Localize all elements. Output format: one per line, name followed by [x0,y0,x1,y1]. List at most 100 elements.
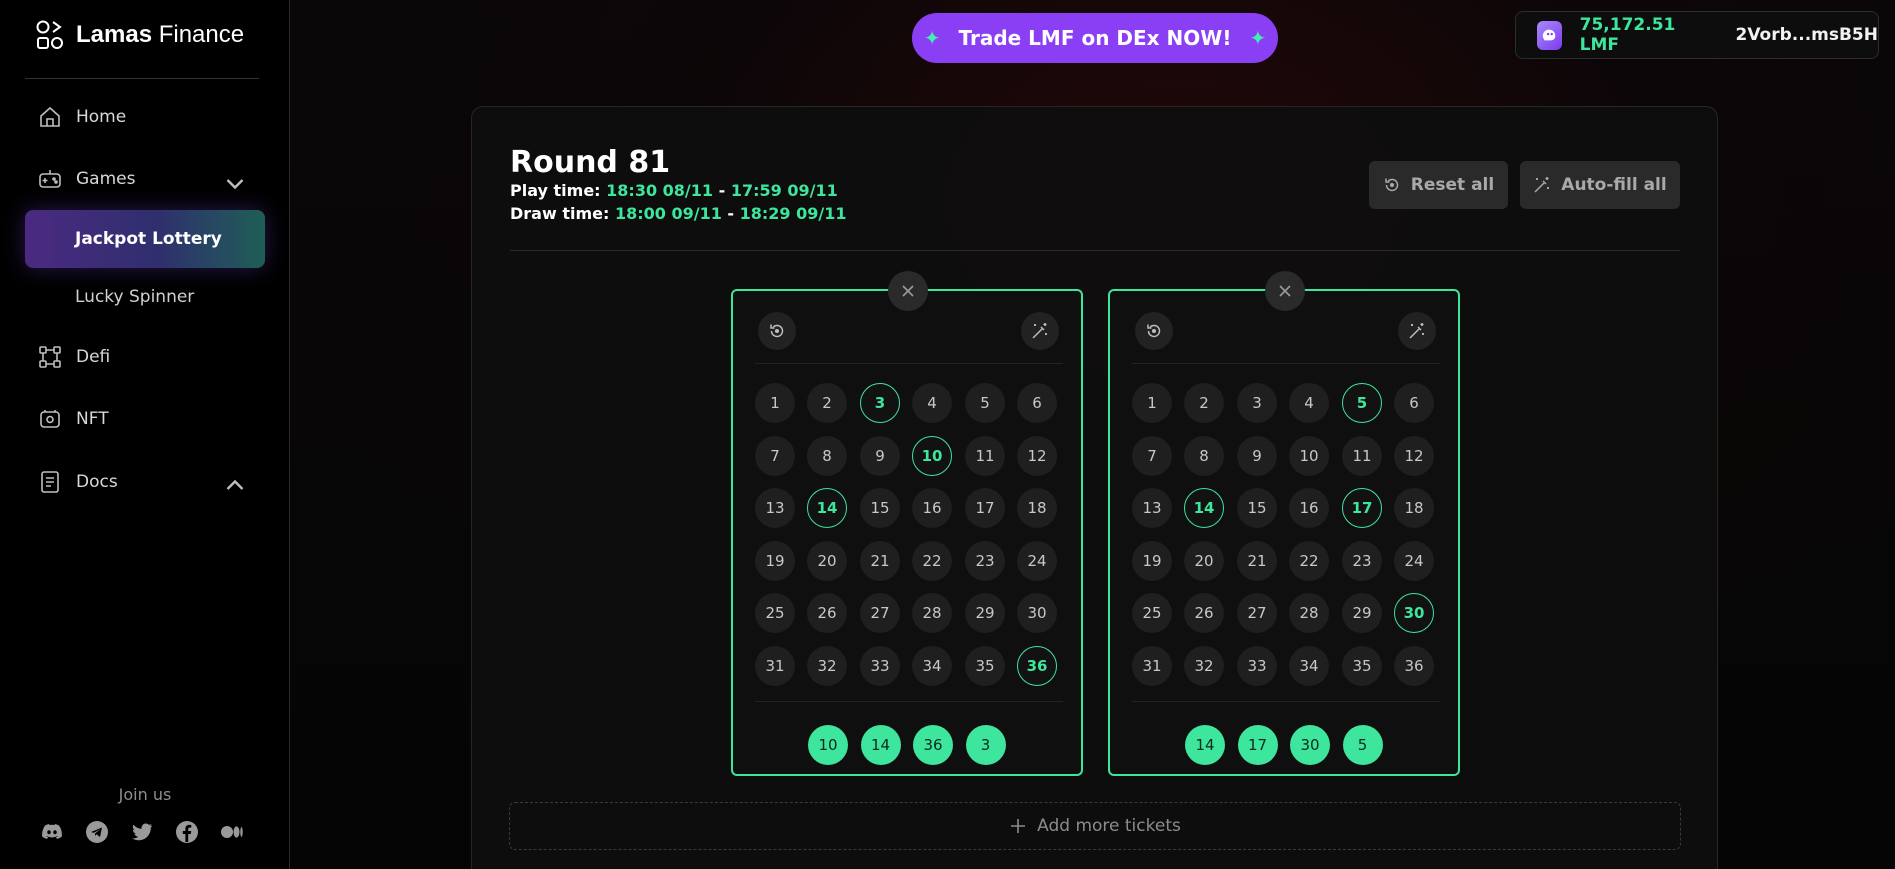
number-ball-16[interactable]: 16 [912,488,952,528]
number-ball-5[interactable]: 5 [965,383,1005,423]
number-ball-27[interactable]: 27 [860,593,900,633]
number-ball-12[interactable]: 12 [1017,436,1057,476]
number-ball-6[interactable]: 6 [1017,383,1057,423]
number-ball-20[interactable]: 20 [807,541,847,581]
gamepad-icon [39,170,61,188]
number-ball-31[interactable]: 31 [1132,646,1172,686]
number-ball-8[interactable]: 8 [1184,436,1224,476]
number-ball-16[interactable]: 16 [1289,488,1329,528]
number-ball-10[interactable]: 10 [1289,436,1329,476]
number-ball-23[interactable]: 23 [965,541,1005,581]
number-ball-23[interactable]: 23 [1342,541,1382,581]
number-ball-28[interactable]: 28 [1289,593,1329,633]
number-ball-7[interactable]: 7 [1132,436,1172,476]
number-ball-17[interactable]: 17 [965,488,1005,528]
number-ball-8[interactable]: 8 [807,436,847,476]
number-ball-33[interactable]: 33 [860,646,900,686]
number-ball-2[interactable]: 2 [1184,383,1224,423]
number-ball-26[interactable]: 26 [1184,593,1224,633]
sidebar-item-jackpot-lottery[interactable]: Jackpot Lottery [25,210,265,268]
reset-all-button[interactable]: Reset all [1369,161,1508,209]
trade-lmf-button[interactable]: ✦ Trade LMF on DEx NOW! ✦ [912,13,1278,63]
number-ball-30[interactable]: 30 [1394,593,1434,633]
remove-ticket-button[interactable] [888,271,928,311]
sidebar-item-label: Docs [76,472,118,492]
add-more-tickets-button[interactable]: Add more tickets [509,802,1681,850]
number-ball-17[interactable]: 17 [1342,488,1382,528]
sidebar-item-label: Defi [76,347,111,367]
number-ball-28[interactable]: 28 [912,593,952,633]
number-ball-26[interactable]: 26 [807,593,847,633]
number-ball-24[interactable]: 24 [1394,541,1434,581]
number-ball-1[interactable]: 1 [755,383,795,423]
number-ball-25[interactable]: 25 [755,593,795,633]
auto-fill-all-button[interactable]: Auto-fill all [1520,161,1680,209]
number-ball-15[interactable]: 15 [860,488,900,528]
number-ball-14[interactable]: 14 [807,488,847,528]
number-ball-4[interactable]: 4 [1289,383,1329,423]
number-ball-9[interactable]: 9 [860,436,900,476]
number-ball-35[interactable]: 35 [965,646,1005,686]
number-ball-21[interactable]: 21 [860,541,900,581]
number-ball-6[interactable]: 6 [1394,383,1434,423]
wallet-widget[interactable]: 75,172.51 LMF 2Vorb...msB5H [1515,11,1879,59]
chevron-down-icon [226,179,244,190]
number-ball-19[interactable]: 19 [1132,541,1172,581]
number-ball-24[interactable]: 24 [1017,541,1057,581]
number-ball-32[interactable]: 32 [1184,646,1224,686]
number-ball-34[interactable]: 34 [912,646,952,686]
number-ball-1[interactable]: 1 [1132,383,1172,423]
facebook-icon[interactable] [175,820,199,844]
number-ball-35[interactable]: 35 [1342,646,1382,686]
number-ball-9[interactable]: 9 [1237,436,1277,476]
number-ball-2[interactable]: 2 [807,383,847,423]
number-ball-30[interactable]: 30 [1017,593,1057,633]
number-ball-3[interactable]: 3 [1237,383,1277,423]
number-ball-15[interactable]: 15 [1237,488,1277,528]
number-ball-19[interactable]: 19 [755,541,795,581]
number-ball-32[interactable]: 32 [807,646,847,686]
number-ball-36[interactable]: 36 [1394,646,1434,686]
number-ball-10[interactable]: 10 [912,436,952,476]
ticket-reset-button[interactable] [1135,312,1173,350]
number-ball-22[interactable]: 22 [912,541,952,581]
number-ball-33[interactable]: 33 [1237,646,1277,686]
number-ball-14[interactable]: 14 [1184,488,1224,528]
ticket-reset-button[interactable] [758,312,796,350]
telegram-icon[interactable] [85,820,109,844]
remove-ticket-button[interactable] [1265,271,1305,311]
ticket-autofill-button[interactable] [1021,312,1059,350]
number-ball-27[interactable]: 27 [1237,593,1277,633]
medium-icon[interactable] [220,820,244,844]
number-ball-29[interactable]: 29 [965,593,1005,633]
logo[interactable]: Lamas Finance [36,20,244,50]
ticket-autofill-button[interactable] [1398,312,1436,350]
sidebar-item-games[interactable]: Games [25,153,265,205]
number-ball-18[interactable]: 18 [1017,488,1057,528]
number-ball-13[interactable]: 13 [1132,488,1172,528]
number-ball-18[interactable]: 18 [1394,488,1434,528]
sidebar-item-lucky-spinner[interactable]: Lucky Spinner [25,268,265,326]
number-ball-5[interactable]: 5 [1342,383,1382,423]
number-ball-22[interactable]: 22 [1289,541,1329,581]
sidebar-item-home[interactable]: Home [25,91,265,143]
sidebar-item-nft[interactable]: NFT [25,393,265,445]
number-ball-34[interactable]: 34 [1289,646,1329,686]
sidebar-item-defi[interactable]: Defi [25,331,265,383]
number-ball-11[interactable]: 11 [1342,436,1382,476]
number-ball-12[interactable]: 12 [1394,436,1434,476]
number-ball-3[interactable]: 3 [860,383,900,423]
number-ball-36[interactable]: 36 [1017,646,1057,686]
sidebar-item-docs[interactable]: Docs [25,456,265,508]
number-ball-31[interactable]: 31 [755,646,795,686]
number-ball-11[interactable]: 11 [965,436,1005,476]
number-ball-29[interactable]: 29 [1342,593,1382,633]
twitter-icon[interactable] [130,820,154,844]
number-ball-7[interactable]: 7 [755,436,795,476]
number-ball-25[interactable]: 25 [1132,593,1172,633]
number-ball-13[interactable]: 13 [755,488,795,528]
number-ball-4[interactable]: 4 [912,383,952,423]
number-ball-20[interactable]: 20 [1184,541,1224,581]
discord-icon[interactable] [40,820,64,844]
number-ball-21[interactable]: 21 [1237,541,1277,581]
